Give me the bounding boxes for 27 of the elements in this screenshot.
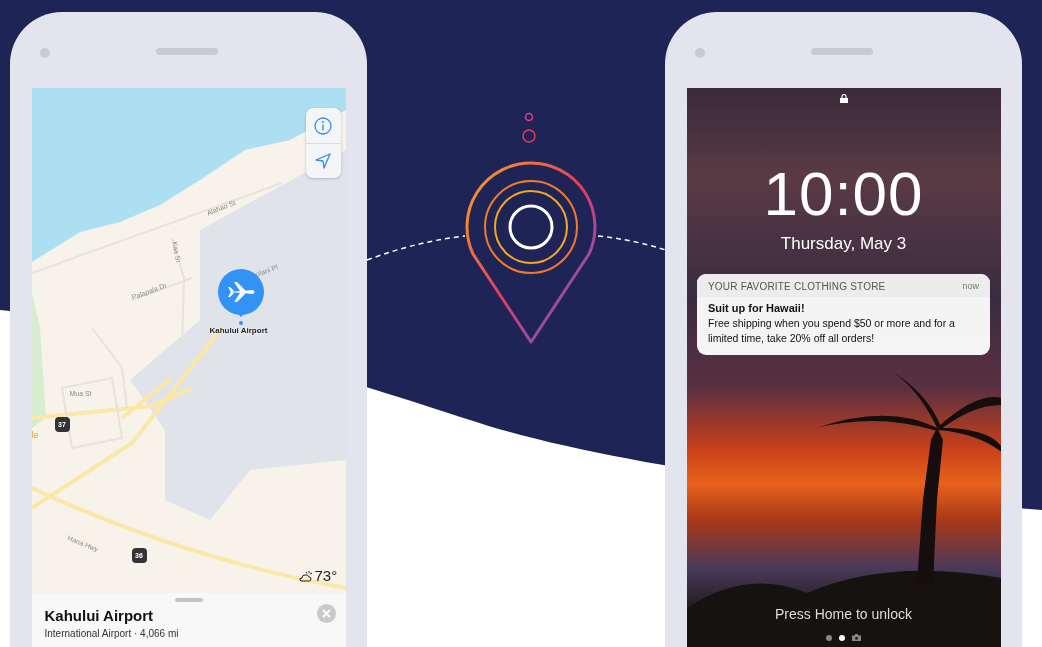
lock-icon [839, 94, 848, 103]
close-icon [321, 609, 331, 618]
speaker-slot [811, 48, 873, 55]
location-arrow-icon [315, 153, 331, 169]
clock-time: 10:00 [763, 163, 924, 225]
speaker-slot [156, 48, 218, 55]
pin-label: Kahului Airport [209, 326, 268, 335]
notification-title: Suit up for Hawaii! [708, 302, 806, 314]
notification-card[interactable]: YOUR FAVORITE CLOTHING STORE now Suit up for Hawaii! Free shipping when you spend $50 or more and for a limited time, take 20% off all orders! [697, 274, 990, 355]
drag-handle[interactable] [175, 598, 203, 602]
notification-body: Free shipping when you spend $50 or more and for a limited time, take 20% off all orders! [708, 316, 956, 346]
temperature-text: 73° [314, 567, 338, 584]
camera-dot [695, 48, 705, 58]
clock-date: Thursday, May 3 [780, 234, 907, 254]
close-button[interactable] [316, 604, 336, 623]
camera-icon[interactable] [852, 634, 861, 641]
camera-dot [40, 48, 50, 58]
info-icon [314, 116, 332, 135]
place-label: le [31, 430, 39, 440]
unlock-hint: Press Home to unlock [774, 606, 913, 622]
cloud-sun-icon [297, 569, 313, 582]
notification-time: now [962, 281, 979, 292]
place-subtitle: International Airport · 4,066 mi [44, 628, 180, 639]
notification-app-name: YOUR FAVORITE CLOTHING STORE [708, 281, 886, 292]
page-dot[interactable] [826, 634, 832, 641]
page-dot[interactable] [839, 634, 845, 641]
place-title: Kahului Airport [44, 607, 154, 624]
